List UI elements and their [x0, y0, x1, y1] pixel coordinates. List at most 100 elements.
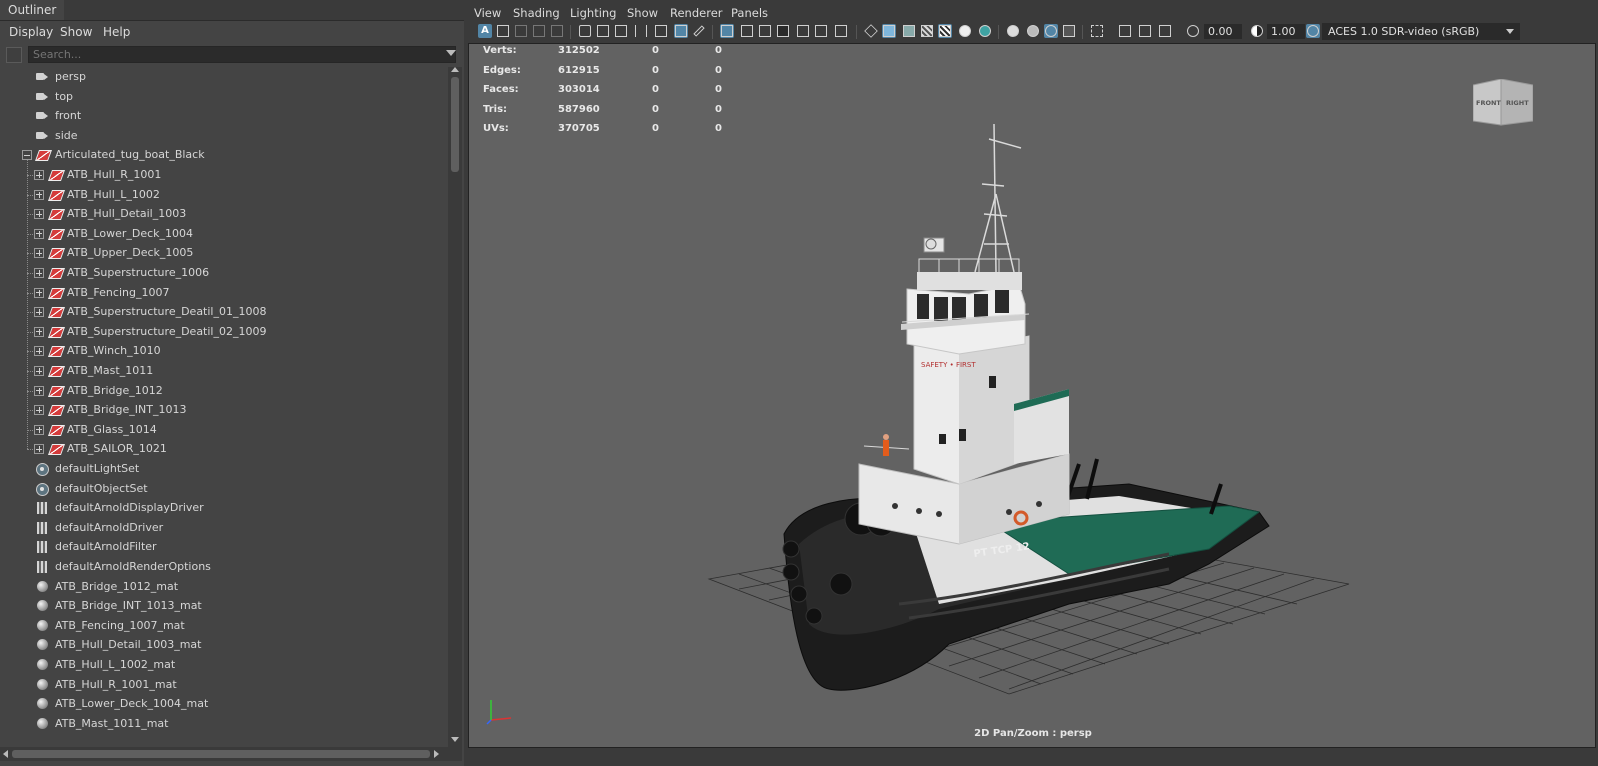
- motion-blur-icon[interactable]: [1026, 24, 1040, 38]
- color-management-icon[interactable]: [1306, 24, 1320, 38]
- outliner-item[interactable]: defaultLightSet: [0, 459, 448, 479]
- outliner-item[interactable]: ATB_Bridge_1012_mat: [0, 577, 448, 597]
- outliner-item[interactable]: ATB_Fencing_1007: [0, 283, 448, 303]
- select-camera-icon[interactable]: A: [478, 24, 492, 38]
- scroll-down-icon[interactable]: [451, 737, 459, 742]
- vertical-scroll-thumb[interactable]: [451, 77, 459, 172]
- xray-joints-icon[interactable]: [1158, 24, 1172, 38]
- gamma-icon[interactable]: [1250, 24, 1264, 38]
- outliner-item[interactable]: ATB_Fencing_1007_mat: [0, 616, 448, 636]
- menu-lighting[interactable]: Lighting: [570, 4, 616, 22]
- outliner-item[interactable]: side: [0, 126, 448, 146]
- outliner-item[interactable]: ATB_Hull_Detail_1003_mat: [0, 635, 448, 655]
- bookmark-flag-icon[interactable]: [634, 24, 648, 38]
- expand-icon[interactable]: [34, 268, 44, 278]
- horizontal-scrollbar[interactable]: [0, 747, 462, 761]
- pencil-icon[interactable]: [692, 24, 706, 38]
- expand-icon[interactable]: [34, 287, 44, 298]
- checker-icon[interactable]: [938, 24, 952, 38]
- scroll-left-icon[interactable]: [3, 750, 8, 758]
- outliner-item[interactable]: ATB_SAILOR_1021: [0, 439, 448, 459]
- isolate-select-icon[interactable]: [1090, 24, 1104, 38]
- menu-shading[interactable]: Shading: [513, 4, 560, 22]
- search-input[interactable]: [28, 46, 456, 63]
- wireframe-on-shaded-icon[interactable]: [902, 24, 916, 38]
- color-space-dropdown[interactable]: ACES 1.0 SDR-video (sRGB): [1322, 23, 1520, 40]
- wireframe-icon[interactable]: [864, 24, 878, 38]
- expand-icon[interactable]: [34, 346, 44, 357]
- outliner-item[interactable]: ATB_Mast_1011: [0, 361, 448, 381]
- smooth-shade-icon[interactable]: [882, 24, 896, 38]
- outliner-item[interactable]: front: [0, 106, 448, 126]
- menu-show[interactable]: Show: [60, 21, 92, 43]
- anti-aliasing-icon[interactable]: [1044, 24, 1058, 38]
- camera-icon[interactable]: [578, 24, 592, 38]
- expand-icon[interactable]: [34, 424, 44, 435]
- 2d-pan-zoom-icon[interactable]: [674, 24, 688, 38]
- xray-active-components-icon[interactable]: [1138, 24, 1152, 38]
- search-options-arrow-icon[interactable]: [446, 50, 456, 56]
- film-gate-mask-icon[interactable]: [740, 24, 754, 38]
- outliner-item[interactable]: ATB_Lower_Deck_1004: [0, 224, 448, 244]
- field-chart-icon[interactable]: [796, 24, 810, 38]
- textured-icon[interactable]: [920, 24, 934, 38]
- expand-icon[interactable]: [34, 189, 44, 200]
- image-plane-icon[interactable]: [532, 24, 546, 38]
- shadows-icon[interactable]: [978, 24, 992, 38]
- menu-show[interactable]: Show: [627, 4, 658, 22]
- menu-display[interactable]: Display: [9, 21, 53, 43]
- grid-icon[interactable]: [720, 24, 734, 38]
- expand-icon[interactable]: [34, 366, 44, 376]
- menu-panels[interactable]: Panels: [731, 4, 768, 22]
- gamma-field[interactable]: 1.00: [1267, 24, 1305, 39]
- expand-icon[interactable]: [34, 209, 44, 220]
- outliner-item[interactable]: ATB_Superstructure_1006: [0, 263, 448, 283]
- outliner-item[interactable]: ATB_Glass_1014: [0, 420, 448, 440]
- expand-icon[interactable]: [34, 326, 44, 337]
- scroll-right-icon[interactable]: [434, 750, 439, 758]
- expand-icon[interactable]: [34, 228, 44, 239]
- outliner-item[interactable]: ATB_Hull_L_1002_mat: [0, 655, 448, 675]
- outliner-item[interactable]: ATB_Superstructure_Deatil_01_1008: [0, 302, 448, 322]
- grease-pencil-icon[interactable]: [654, 24, 668, 38]
- outliner-item[interactable]: defaultArnoldRenderOptions: [0, 557, 448, 577]
- outliner-item[interactable]: ATB_Bridge_INT_1013_mat: [0, 596, 448, 616]
- expand-icon[interactable]: [34, 385, 44, 396]
- lock-camera-icon[interactable]: [596, 24, 610, 38]
- outliner-item[interactable]: ATB_Bridge_1012: [0, 381, 448, 401]
- outliner-item[interactable]: defaultArnoldFilter: [0, 537, 448, 557]
- outliner-item[interactable]: ATB_Bridge_INT_1013: [0, 400, 448, 420]
- expand-icon[interactable]: [34, 444, 44, 455]
- safe-action-icon[interactable]: [814, 24, 828, 38]
- menu-renderer[interactable]: Renderer: [670, 4, 723, 22]
- expand-icon[interactable]: [34, 307, 44, 318]
- view-cube[interactable]: FRONT RIGHT: [1473, 79, 1533, 129]
- resolution-gate-icon[interactable]: [758, 24, 772, 38]
- outliner-item[interactable]: ATB_Mast_1011_mat: [0, 714, 448, 734]
- outliner-item[interactable]: ATB_Superstructure_Deatil_02_1009: [0, 322, 448, 342]
- ambient-occlusion-icon[interactable]: [1006, 24, 1020, 38]
- safe-title-icon[interactable]: [834, 24, 848, 38]
- outliner-item[interactable]: defaultObjectSet: [0, 479, 448, 499]
- lights-icon[interactable]: [958, 24, 972, 38]
- exposure-icon[interactable]: [1186, 24, 1200, 38]
- expand-icon[interactable]: [34, 170, 44, 180]
- tab-outliner[interactable]: Outliner: [0, 0, 65, 20]
- outliner-item[interactable]: ATB_Hull_R_1001_mat: [0, 675, 448, 695]
- outliner-item[interactable]: ATB_Lower_Deck_1004_mat: [0, 694, 448, 714]
- bookmark-icon[interactable]: [514, 24, 528, 38]
- exposure-field[interactable]: 0.00: [1204, 24, 1242, 39]
- panel-handle-icon[interactable]: [6, 47, 22, 63]
- outliner-item[interactable]: Articulated_tug_boat_Black: [0, 145, 448, 165]
- camera-attributes-icon[interactable]: [496, 24, 510, 38]
- 3d-viewport[interactable]: PT TCP 12 SAFETY • FIRST Verts: 312502 0…: [468, 43, 1596, 748]
- outliner-item[interactable]: ATB_Winch_1010: [0, 341, 448, 361]
- expand-icon[interactable]: [34, 248, 44, 259]
- outliner-item[interactable]: ATB_Hull_Detail_1003: [0, 204, 448, 224]
- outliner-item[interactable]: ATB_Hull_R_1001: [0, 165, 448, 185]
- depth-of-field-icon[interactable]: [1062, 24, 1076, 38]
- outliner-item[interactable]: ATB_Hull_L_1002: [0, 185, 448, 205]
- expand-icon[interactable]: [34, 405, 44, 416]
- outliner-item[interactable]: ATB_Upper_Deck_1005: [0, 243, 448, 263]
- menu-help[interactable]: Help: [103, 21, 130, 43]
